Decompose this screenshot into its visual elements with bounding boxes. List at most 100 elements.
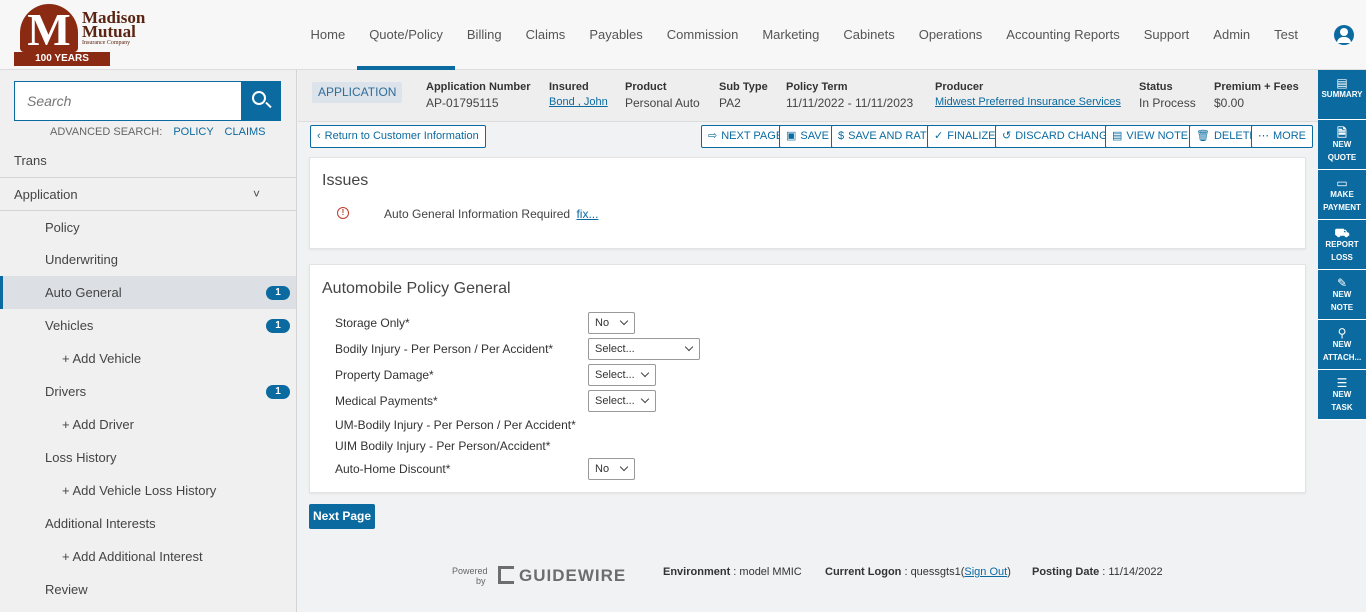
quick-actions-rail: ▤ SUMMARY 🗎 NEW QUOTE ▭ MAKE PAYMENT ⛟ REPORT L… <box>1318 70 1366 420</box>
issue-count-badge: 1 <box>266 286 290 300</box>
medical-payments-select[interactable]: Select... <box>588 390 656 412</box>
info-policy-term: Policy Term 11/11/2022 - 11/11/2023 <box>786 81 914 110</box>
nav-accounting-reports[interactable]: Accounting Reports <box>994 0 1131 70</box>
info-premium: Premium + Fees $0.00 <box>1214 81 1299 110</box>
save-and-rate-button[interactable]: $ SAVE AND RATE <box>831 125 941 148</box>
more-button[interactable]: ⋯ MORE <box>1251 125 1313 148</box>
nav-commission[interactable]: Commission <box>655 0 751 70</box>
rail-report-loss[interactable]: ⛟ REPORT LOSS <box>1318 220 1366 270</box>
info-product: Product Personal Auto <box>625 81 700 110</box>
rail-summary[interactable]: ▤ SUMMARY <box>1318 70 1366 120</box>
sidebar-item-add-additional-interest[interactable]: + Add Additional Interest <box>0 540 296 573</box>
make-payment-icon: ▭ <box>1336 176 1348 190</box>
sidebar-item-drivers[interactable]: Drivers 1 <box>0 375 296 408</box>
bodily-injury-label: Bodily Injury - Per Person / Per Acciden… <box>335 342 554 356</box>
sidebar-item-add-vehicle[interactable]: + Add Vehicle <box>0 342 296 375</box>
issues-title: Issues <box>322 172 369 189</box>
guidewire-mark-icon <box>498 566 514 584</box>
sidebar-item-underwriting[interactable]: Underwriting <box>0 243 296 276</box>
sidebar-item-add-driver[interactable]: + Add Driver <box>0 408 296 441</box>
nav-cabinets[interactable]: Cabinets <box>831 0 906 70</box>
chevron-down-icon <box>640 368 650 378</box>
company-logo[interactable]: M Madison Mutual Insurance Company 100 Y… <box>14 2 149 66</box>
finalize-button[interactable]: ✓ FINALIZE <box>927 125 1003 148</box>
info-status: Status In Process <box>1139 81 1196 110</box>
return-to-customer-button[interactable]: ‹ Return to Customer Information <box>310 125 486 148</box>
rail-new-quote[interactable]: 🗎 NEW QUOTE <box>1318 120 1366 170</box>
view-notes-button[interactable]: ▤ VIEW NOTES <box>1105 125 1203 148</box>
sidebar-item-loss-history[interactable]: Loss History <box>0 441 296 474</box>
sidebar-item-policy[interactable]: Policy <box>0 210 296 243</box>
logo-line-2: Mutual <box>82 22 136 41</box>
producer-link[interactable]: Midwest Preferred Insurance Services <box>935 96 1121 108</box>
arrow-right-icon: ⇨ <box>708 130 718 142</box>
rail-new-note[interactable]: ✎ NEW NOTE <box>1318 270 1366 320</box>
nav-quote-policy[interactable]: Quote/Policy <box>357 0 455 70</box>
issue-count-badge: 1 <box>266 319 290 333</box>
sidebar-item-auto-general[interactable]: Auto General 1 <box>0 276 296 309</box>
advanced-search-claims-link[interactable]: CLAIMS <box>225 126 266 138</box>
auto-home-discount-select[interactable]: No <box>588 458 635 480</box>
user-account-icon[interactable] <box>1334 25 1354 45</box>
info-sub-type: Sub Type PA2 <box>719 81 768 110</box>
sidebar-item-trans[interactable]: Trans <box>0 144 296 177</box>
advanced-search-policy-link[interactable]: POLICY <box>173 126 213 138</box>
nav-claims[interactable]: Claims <box>514 0 578 70</box>
nav-test[interactable]: Test <box>1262 0 1310 70</box>
issue-count-badge: 1 <box>266 385 290 399</box>
nav-operations[interactable]: Operations <box>907 0 995 70</box>
environment-info: Environment : model MMIC <box>663 566 802 578</box>
next-page-button[interactable]: ⇨ NEXT PAGE <box>701 125 791 148</box>
storage-only-select[interactable]: No <box>588 312 635 334</box>
save-icon: ▣ <box>786 130 797 142</box>
sidebar-item-application[interactable]: Application ˅ <box>0 177 296 210</box>
nav-home[interactable]: Home <box>299 0 358 70</box>
sign-out-link[interactable]: Sign Out <box>964 566 1007 578</box>
main-nav: Home Quote/Policy Billing Claims Payable… <box>299 0 1311 70</box>
notes-icon: ▤ <box>1112 130 1123 142</box>
rail-new-attachment[interactable]: ⚲ NEW ATTACH... <box>1318 320 1366 370</box>
chevron-down-icon <box>619 462 629 472</box>
advanced-search-label: ADVANCED SEARCH: <box>50 126 163 138</box>
check-circle-icon: ✓ <box>934 130 944 142</box>
nav-support[interactable]: Support <box>1132 0 1202 70</box>
nav-admin[interactable]: Admin <box>1201 0 1262 70</box>
advanced-search: ADVANCED SEARCH: POLICY CLAIMS <box>50 126 266 138</box>
sidebar-item-vehicles[interactable]: Vehicles 1 <box>0 309 296 342</box>
save-button[interactable]: ▣ SAVE <box>779 125 836 148</box>
error-icon: ! <box>337 207 349 219</box>
issue-message: Auto General Information Required fix... <box>384 207 599 221</box>
medical-payments-label: Medical Payments* <box>335 394 438 408</box>
rate-icon: $ <box>838 130 845 142</box>
ellipsis-icon: ⋯ <box>1258 130 1269 142</box>
property-damage-label: Property Damage* <box>335 368 434 382</box>
sidebar-item-review[interactable]: Review <box>0 573 296 606</box>
form-title: Automobile Policy General <box>322 280 511 297</box>
property-damage-select[interactable]: Select... <box>588 364 656 386</box>
rail-make-payment[interactable]: ▭ MAKE PAYMENT <box>1318 170 1366 220</box>
current-logon-info: Current Logon : quessgts1(Sign Out) <box>825 566 1011 578</box>
bodily-injury-select[interactable]: Select... <box>588 338 700 360</box>
search-input[interactable] <box>14 81 242 121</box>
search-button[interactable] <box>241 81 281 121</box>
chevron-left-icon: ‹ <box>317 130 321 142</box>
chevron-down-icon[interactable]: ˅ <box>253 178 260 211</box>
fix-link[interactable]: fix... <box>576 207 598 221</box>
undo-icon: ↺ <box>1002 130 1012 142</box>
auto-policy-general-card: Automobile Policy General Storage Only* … <box>309 264 1306 493</box>
logo-ribbon: 100 YEARS <box>14 52 110 66</box>
insured-link[interactable]: Bond , John <box>549 96 608 108</box>
chevron-down-icon <box>684 342 694 352</box>
logo-initial: M <box>20 4 78 55</box>
nav-marketing[interactable]: Marketing <box>750 0 831 70</box>
nav-billing[interactable]: Billing <box>455 0 514 70</box>
nav-payables[interactable]: Payables <box>577 0 654 70</box>
sidebar-item-add-vehicle-loss-history[interactable]: + Add Vehicle Loss History <box>0 474 296 507</box>
sidebar-item-additional-interests[interactable]: Additional Interests <box>0 507 296 540</box>
new-note-icon: ✎ <box>1336 276 1348 290</box>
chevron-down-icon <box>640 394 650 404</box>
info-producer: Producer Midwest Preferred Insurance Ser… <box>935 81 1121 108</box>
info-application-number: Application Number AP-01795115 <box>426 81 531 110</box>
rail-new-task[interactable]: ☰ NEW TASK <box>1318 370 1366 420</box>
next-page-bottom-button[interactable]: Next Page <box>309 504 375 529</box>
